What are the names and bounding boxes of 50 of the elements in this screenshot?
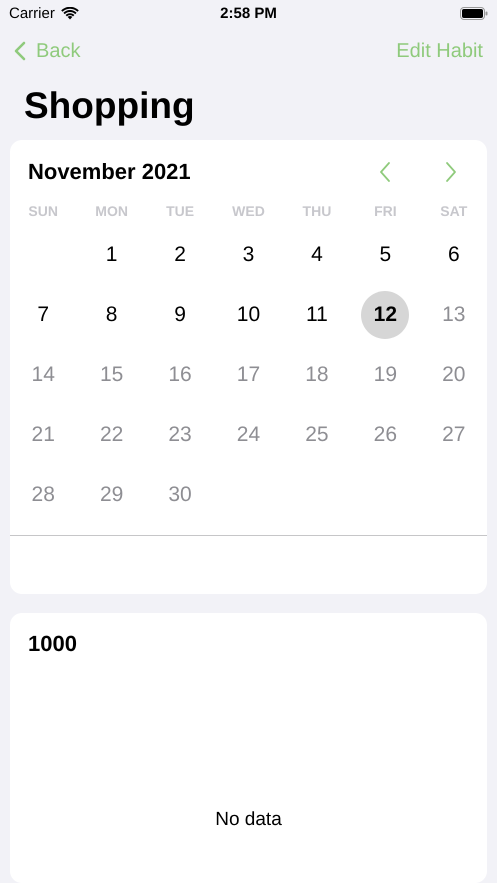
calendar-day[interactable]: 21 bbox=[19, 411, 68, 459]
weekday-label: THU bbox=[302, 203, 332, 219]
month-title: November 2021 bbox=[28, 159, 191, 185]
calendar-day[interactable]: 13 bbox=[430, 291, 478, 339]
stat-value: 1000 bbox=[28, 631, 77, 657]
calendar-day[interactable]: 3 bbox=[224, 231, 272, 279]
calendar-day[interactable]: 2 bbox=[156, 231, 204, 279]
calendar-day[interactable]: 29 bbox=[88, 471, 136, 519]
next-month-button[interactable] bbox=[445, 161, 457, 183]
calendar-day[interactable]: 17 bbox=[224, 351, 272, 399]
calendar-day[interactable]: 8 bbox=[88, 291, 136, 339]
weekday-label: SAT bbox=[440, 203, 468, 219]
weekday-label: FRI bbox=[374, 203, 397, 219]
back-button[interactable]: Back bbox=[14, 40, 80, 62]
weekday-label: WED bbox=[232, 203, 265, 219]
calendar-day[interactable]: 28 bbox=[19, 471, 68, 519]
previous-month-button[interactable] bbox=[379, 161, 391, 183]
calendar-day[interactable]: 19 bbox=[361, 351, 410, 399]
carrier-label: Carrier bbox=[9, 4, 55, 22]
calendar-day[interactable]: 27 bbox=[430, 411, 478, 459]
empty-message: No data bbox=[215, 809, 282, 831]
calendar-day[interactable]: 30 bbox=[156, 471, 204, 519]
calendar-day[interactable]: 26 bbox=[361, 411, 410, 459]
calendar-day[interactable]: 6 bbox=[430, 231, 478, 279]
calendar-day[interactable]: 11 bbox=[292, 291, 341, 339]
calendar-day[interactable]: 20 bbox=[430, 351, 478, 399]
calendar-day[interactable]: 25 bbox=[292, 411, 341, 459]
status-time: 2:58 PM bbox=[220, 4, 277, 22]
calendar-day[interactable]: 22 bbox=[88, 411, 136, 459]
calendar-day[interactable]: 1 bbox=[88, 231, 136, 279]
edit-habit-button[interactable]: Edit Habit bbox=[396, 40, 483, 62]
calendar-day[interactable]: 23 bbox=[156, 411, 204, 459]
calendar-day[interactable]: 15 bbox=[88, 351, 136, 399]
calendar-day[interactable]: 9 bbox=[156, 291, 204, 339]
weekday-label: SUN bbox=[28, 203, 58, 219]
calendar-day[interactable]: 7 bbox=[19, 291, 68, 339]
calendar-day[interactable]: 14 bbox=[19, 351, 68, 399]
calendar-day[interactable]: 24 bbox=[224, 411, 272, 459]
battery-icon bbox=[460, 6, 488, 20]
page-title: Shopping bbox=[24, 84, 196, 128]
calendar-day[interactable]: 4 bbox=[292, 231, 341, 279]
calendar-day[interactable]: 12 bbox=[361, 291, 410, 339]
wifi-icon bbox=[60, 6, 79, 20]
calendar-day[interactable]: 10 bbox=[224, 291, 272, 339]
weekday-label: MON bbox=[95, 203, 128, 219]
calendar-day[interactable]: 16 bbox=[156, 351, 204, 399]
back-chevron-icon bbox=[14, 41, 26, 61]
calendar-day[interactable]: 18 bbox=[292, 351, 341, 399]
calendar-day[interactable]: 5 bbox=[361, 231, 410, 279]
weekday-label: TUE bbox=[166, 203, 194, 219]
